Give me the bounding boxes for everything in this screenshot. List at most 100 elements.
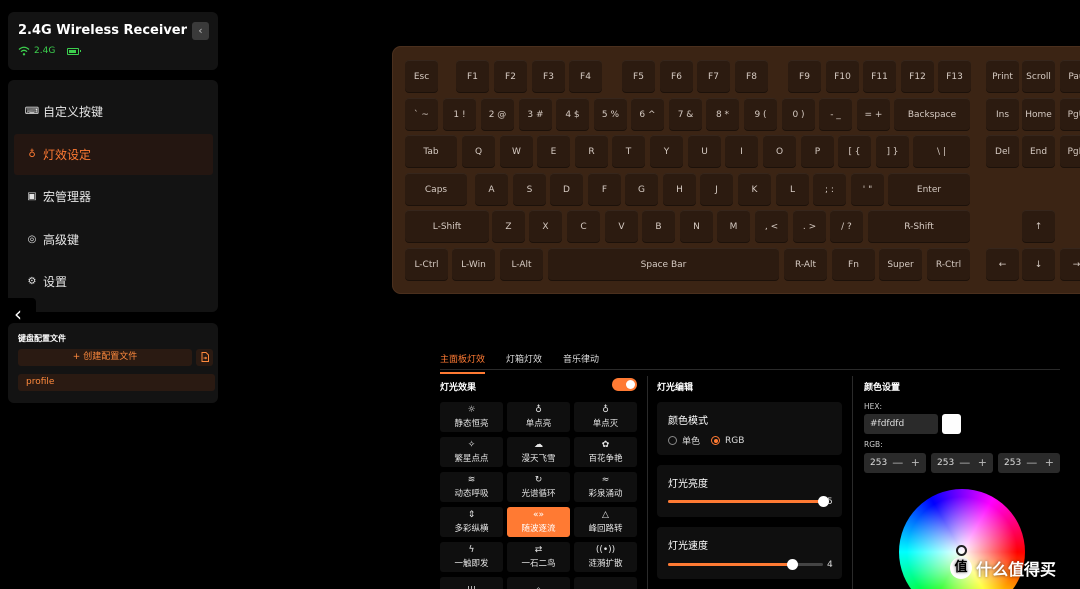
key[interactable]: B <box>642 210 675 243</box>
key[interactable]: S <box>513 173 546 206</box>
key[interactable]: F3 <box>532 60 565 93</box>
key[interactable]: Fn <box>832 248 875 281</box>
rgb-red-stepper[interactable]: — + <box>892 453 922 473</box>
effect-button[interactable]: ☁ <box>574 577 637 589</box>
rgb-red-input[interactable]: 253 — + <box>864 453 926 473</box>
effect-button[interactable]: ||| <box>440 577 503 589</box>
key[interactable]: P <box>801 135 834 168</box>
key[interactable]: Home <box>1022 98 1055 131</box>
effect-button[interactable]: △ 峰回路转 <box>574 507 637 537</box>
key[interactable]: F11 <box>863 60 896 93</box>
key[interactable]: R-Ctrl <box>927 248 970 281</box>
effect-button[interactable]: ✧ 繁星点点 <box>440 437 503 467</box>
key[interactable]: L-Win <box>452 248 495 281</box>
key[interactable]: PgU <box>1060 98 1080 131</box>
sidebar-item-0[interactable]: ⌨ 自定义按键 <box>14 91 213 132</box>
key[interactable]: U <box>688 135 721 168</box>
key[interactable]: W <box>500 135 533 168</box>
key[interactable]: 9 ( <box>744 98 777 131</box>
key[interactable]: 4 $ <box>556 98 589 131</box>
key[interactable]: 2 @ <box>481 98 514 131</box>
key[interactable]: J <box>700 173 733 206</box>
key[interactable]: F1 <box>456 60 489 93</box>
radio-single[interactable] <box>668 436 677 445</box>
key[interactable]: Caps <box>405 173 467 206</box>
effect-button[interactable]: ↻ 光谱循环 <box>507 472 570 502</box>
key[interactable]: M <box>717 210 750 243</box>
key[interactable]: / ? <box>830 210 863 243</box>
key[interactable]: F8 <box>735 60 768 93</box>
key[interactable]: Z <box>492 210 525 243</box>
key[interactable]: F5 <box>622 60 655 93</box>
key[interactable]: L-Ctrl <box>405 248 448 281</box>
tab-music[interactable]: 音乐律动 <box>563 352 599 374</box>
speed-thumb[interactable] <box>787 559 798 570</box>
key[interactable]: Print <box>986 60 1019 93</box>
key[interactable]: N <box>680 210 713 243</box>
key[interactable]: Backspace <box>894 98 970 131</box>
radio-rgb[interactable] <box>711 436 721 445</box>
key[interactable]: → <box>1060 248 1080 281</box>
key[interactable]: Del <box>986 135 1019 168</box>
key[interactable]: End <box>1022 135 1055 168</box>
tab-lightbox[interactable]: 灯箱灯效 <box>506 352 542 374</box>
effect-button[interactable]: ≋ 动态呼吸 <box>440 472 503 502</box>
key[interactable]: F9 <box>788 60 821 93</box>
key[interactable]: 7 & <box>669 98 702 131</box>
key[interactable]: 1 ! <box>443 98 476 131</box>
key[interactable]: F6 <box>660 60 693 93</box>
key[interactable]: . > <box>793 210 826 243</box>
hex-input[interactable]: #fdfdfd <box>864 414 938 434</box>
effect-button[interactable]: ((•)) 涟漪扩散 <box>574 542 637 572</box>
key[interactable]: V <box>605 210 638 243</box>
key[interactable]: R-Alt <box>784 248 827 281</box>
effect-button[interactable]: ≈ 彩泉涌动 <box>574 472 637 502</box>
effect-button[interactable]: ⇄ 一石二鸟 <box>507 542 570 572</box>
profile-item[interactable]: profile <box>18 374 215 391</box>
key[interactable]: F7 <box>697 60 730 93</box>
key[interactable]: ← <box>986 248 1019 281</box>
key[interactable]: - _ <box>819 98 852 131</box>
key[interactable]: C <box>567 210 600 243</box>
key[interactable]: T <box>612 135 645 168</box>
rgb-blue-input[interactable]: 253 — + <box>998 453 1060 473</box>
key[interactable]: Pau <box>1060 60 1080 93</box>
key[interactable]: \ | <box>913 135 970 168</box>
effect-button[interactable]: ⇕ 多彩纵横 <box>440 507 503 537</box>
key[interactable]: [ { <box>838 135 871 168</box>
rgb-blue-stepper[interactable]: — + <box>1026 453 1056 473</box>
key[interactable]: F12 <box>901 60 934 93</box>
key[interactable]: D <box>550 173 583 206</box>
key[interactable]: 3 # <box>519 98 552 131</box>
key[interactable]: G <box>625 173 658 206</box>
key[interactable]: Scroll <box>1022 60 1055 93</box>
key[interactable]: PgD <box>1060 135 1080 168</box>
key[interactable]: A <box>475 173 508 206</box>
key[interactable]: L <box>776 173 809 206</box>
key[interactable]: E <box>537 135 570 168</box>
key[interactable]: ' " <box>851 173 884 206</box>
brightness-slider[interactable] <box>668 496 829 507</box>
color-wheel-picker[interactable] <box>956 545 967 556</box>
key[interactable]: Tab <box>405 135 457 168</box>
key[interactable]: F4 <box>569 60 602 93</box>
key[interactable]: R-Shift <box>868 210 970 243</box>
effect-button[interactable]: ☁ 漫天飞雪 <box>507 437 570 467</box>
key[interactable]: Esc <box>405 60 438 93</box>
key[interactable]: Space Bar <box>548 248 779 281</box>
key[interactable]: , < <box>755 210 788 243</box>
key[interactable]: F10 <box>826 60 859 93</box>
key[interactable]: Super <box>879 248 922 281</box>
sidebar-item-2[interactable]: ▣ 宏管理器 <box>14 176 213 217</box>
rgb-green-input[interactable]: 253 — + <box>931 453 993 473</box>
key[interactable]: Enter <box>888 173 970 206</box>
device-collapse-button[interactable]: ‹ <box>192 22 209 40</box>
key[interactable]: R <box>575 135 608 168</box>
export-profile-button[interactable] <box>196 349 213 366</box>
key[interactable]: ↑ <box>1022 210 1055 243</box>
key[interactable]: 5 % <box>594 98 627 131</box>
key[interactable]: H <box>663 173 696 206</box>
key[interactable]: F <box>588 173 621 206</box>
key[interactable]: F2 <box>494 60 527 93</box>
sidebar-item-4[interactable]: ⚙ 设置 <box>14 261 213 302</box>
